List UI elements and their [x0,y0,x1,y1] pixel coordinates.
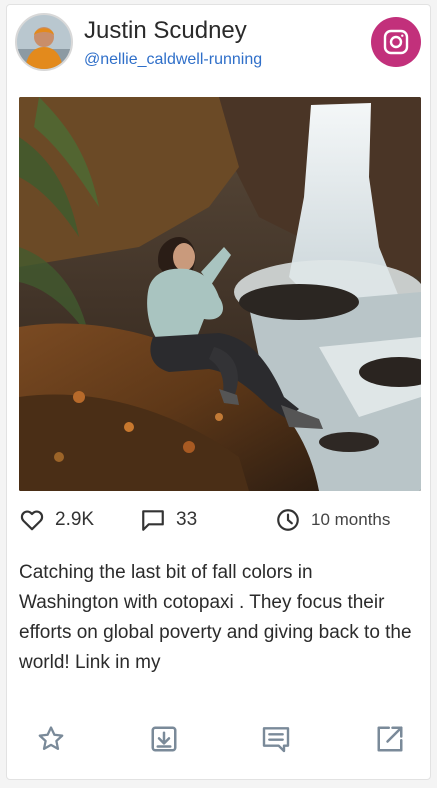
post-photo[interactable] [19,97,421,491]
post-stats: 2.9K 33 10 months [7,503,430,537]
likes-stat[interactable]: 2.9K [19,503,94,537]
comment-icon[interactable] [256,719,296,759]
comments-stat[interactable]: 33 [140,503,197,537]
likes-count: 2.9K [55,509,95,530]
action-bar [7,717,430,761]
star-icon[interactable] [31,719,71,759]
profile-name[interactable]: Justin Scudney [84,17,247,45]
external-link-icon[interactable] [370,719,410,759]
post-age-stat: 10 months [275,503,390,537]
post-header: Justin Scudney @nellie_caldwell-running [7,5,430,85]
profile-handle-link[interactable]: @nellie_caldwell-running [84,51,262,69]
download-icon[interactable] [144,719,184,759]
instagram-icon[interactable] [371,17,421,67]
post-caption: Catching the last bit of fall colors in … [19,562,412,673]
avatar[interactable] [15,13,73,71]
comments-count: 33 [176,509,198,530]
heart-icon [20,510,44,531]
social-post-card: Justin Scudney @nellie_caldwell-running [6,4,431,780]
clock-icon [277,509,299,531]
post-age: 10 months [311,510,391,529]
comment-bubble-icon [142,510,164,531]
